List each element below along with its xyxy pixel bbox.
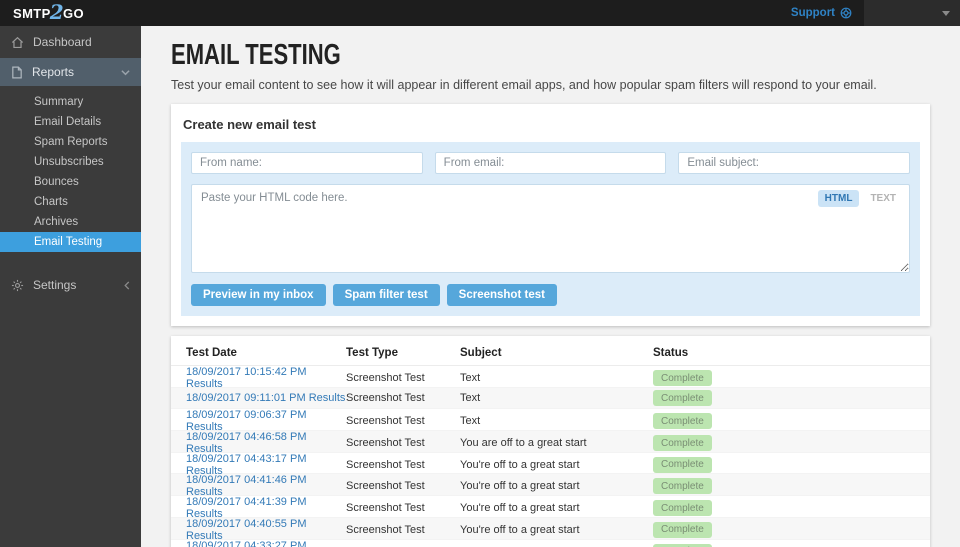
sidebar-item-label: Reports bbox=[32, 65, 75, 79]
test-form-panel: HTML TEXT Preview in my inbox Spam filte… bbox=[181, 142, 920, 316]
test-date-results-link[interactable]: 18/09/2017 09:06:37 PM Results bbox=[186, 409, 346, 433]
caret-down-icon bbox=[942, 10, 950, 16]
table-row: 18/09/2017 09:06:37 PM Results Screensho… bbox=[171, 409, 930, 433]
from-email-input[interactable] bbox=[434, 152, 667, 174]
sidebar-item-label: Dashboard bbox=[33, 35, 92, 49]
subject-cell: Text bbox=[460, 392, 481, 405]
topbar-right: Support bbox=[791, 0, 960, 26]
test-date-results-link[interactable]: 18/09/2017 04:33:27 PM Results bbox=[186, 540, 346, 547]
html-code-textarea[interactable] bbox=[191, 184, 910, 273]
test-type-cell: Screenshot Test bbox=[346, 523, 425, 536]
table-row: 18/09/2017 10:15:42 PM Results Screensho… bbox=[171, 366, 930, 390]
status-badge: Complete bbox=[653, 413, 712, 430]
screenshot-test-button[interactable]: Screenshot test bbox=[446, 284, 557, 306]
subject-cell: You're off to a great start bbox=[460, 480, 580, 493]
from-name-input[interactable] bbox=[191, 152, 423, 174]
text-mode-button[interactable]: TEXT bbox=[863, 190, 903, 207]
status-badge: Complete bbox=[653, 390, 712, 407]
sidebar-item-charts[interactable]: Charts bbox=[0, 192, 141, 212]
chevron-down-icon bbox=[121, 69, 130, 76]
support-label: Support bbox=[790, 7, 835, 19]
account-dropdown[interactable] bbox=[864, 0, 960, 26]
test-type-cell: Screenshot Test bbox=[346, 458, 425, 471]
sidebar-item-label: Settings bbox=[33, 278, 77, 292]
subject-cell: Text bbox=[460, 415, 481, 428]
email-subject-input[interactable] bbox=[678, 152, 911, 174]
subject-cell: You're off to a great start bbox=[460, 458, 580, 471]
sidebar-item-spam-reports[interactable]: Spam Reports bbox=[0, 132, 141, 152]
sidebar-item-email-testing[interactable]: Email Testing bbox=[0, 232, 141, 252]
test-type-cell: Screenshot Test bbox=[346, 502, 425, 515]
status-badge: Complete bbox=[653, 500, 712, 517]
page-title: EMAIL TESTING bbox=[171, 39, 341, 71]
subject-cell: You're off to a great start bbox=[460, 502, 580, 515]
test-date-results-link[interactable]: 18/09/2017 04:43:17 PM Results bbox=[186, 453, 346, 477]
status-badge: Complete bbox=[653, 478, 712, 495]
sidebar-item-reports[interactable]: Reports bbox=[0, 58, 141, 86]
test-date-results-link[interactable]: 18/09/2017 04:40:55 PM Results bbox=[186, 518, 346, 542]
document-icon bbox=[11, 66, 23, 79]
sidebar-item-settings[interactable]: Settings bbox=[0, 269, 141, 301]
table-row: 18/09/2017 04:43:17 PM Results Screensho… bbox=[171, 453, 930, 477]
status-badge: Complete bbox=[653, 521, 712, 538]
subject-cell: Text bbox=[460, 372, 481, 384]
table-row: 18/09/2017 04:40:55 PM Results Screensho… bbox=[171, 517, 930, 542]
create-test-card: Create new email test HTML TEXT Preview … bbox=[171, 104, 930, 326]
test-date-results-link[interactable]: 18/09/2017 10:15:42 PM Results bbox=[186, 366, 346, 390]
test-date-results-link[interactable]: 18/09/2017 09:11:01 PM Results bbox=[186, 392, 346, 404]
status-badge: Complete bbox=[653, 543, 712, 547]
logo-2: 2 bbox=[49, 0, 65, 24]
page-description: Test your email content to see how it wi… bbox=[171, 78, 877, 92]
column-header-status: Status bbox=[653, 346, 689, 359]
create-test-title: Create new email test bbox=[183, 117, 316, 132]
gear-icon bbox=[11, 279, 24, 292]
test-type-cell: Screenshot Test bbox=[346, 480, 425, 493]
chevron-left-icon bbox=[124, 280, 130, 290]
main-content: EMAIL TESTING Test your email content to… bbox=[141, 26, 960, 547]
status-badge: Complete bbox=[653, 456, 712, 473]
support-link[interactable]: Support bbox=[791, 7, 852, 19]
life-ring-icon bbox=[840, 7, 852, 19]
sidebar-item-summary[interactable]: Summary bbox=[0, 92, 141, 112]
test-results-card: Test Date Test Type Subject Status 18/09… bbox=[171, 336, 930, 547]
spam-filter-test-button[interactable]: Spam filter test bbox=[332, 284, 440, 306]
content-mode-toggle: HTML TEXT bbox=[817, 190, 903, 207]
test-date-results-link[interactable]: 18/09/2017 04:41:46 PM Results bbox=[186, 474, 346, 498]
status-badge: Complete bbox=[653, 435, 712, 452]
test-type-cell: Screenshot Test bbox=[346, 372, 425, 384]
test-type-cell: Screenshot Test bbox=[346, 392, 425, 405]
column-header-test-date: Test Date bbox=[186, 346, 237, 359]
table-header-row: Test Date Test Type Subject Status bbox=[171, 340, 930, 366]
sidebar: Dashboard Reports Summary Email Details … bbox=[0, 26, 141, 547]
reports-submenu: Summary Email Details Spam Reports Unsub… bbox=[0, 86, 141, 256]
sidebar-item-bounces[interactable]: Bounces bbox=[0, 172, 141, 192]
logo-smtp: SMTP bbox=[13, 5, 51, 21]
table-row: 18/09/2017 04:41:39 PM Results Screensho… bbox=[171, 496, 930, 520]
sidebar-item-dashboard[interactable]: Dashboard bbox=[0, 26, 141, 58]
test-date-results-link[interactable]: 18/09/2017 04:41:39 PM Results bbox=[186, 496, 346, 520]
test-date-results-link[interactable]: 18/09/2017 04:46:58 PM Results bbox=[186, 431, 346, 455]
topbar: SMTP 2 GO Support bbox=[0, 0, 960, 26]
sidebar-item-email-details[interactable]: Email Details bbox=[0, 112, 141, 132]
table-row: 18/09/2017 04:46:58 PM Results Screensho… bbox=[171, 431, 930, 455]
logo-go: GO bbox=[63, 5, 85, 21]
status-badge: Complete bbox=[653, 370, 712, 386]
preview-inbox-button[interactable]: Preview in my inbox bbox=[191, 284, 326, 306]
test-type-cell: Screenshot Test bbox=[346, 437, 425, 450]
table-row: 18/09/2017 09:11:01 PM Results Screensho… bbox=[171, 387, 930, 410]
html-mode-button[interactable]: HTML bbox=[817, 190, 860, 207]
table-row: 18/09/2017 04:33:27 PM Results Screensho… bbox=[171, 540, 930, 547]
sidebar-item-unsubscribes[interactable]: Unsubscribes bbox=[0, 152, 141, 172]
home-icon bbox=[11, 36, 24, 49]
subject-cell: You're off to a great start bbox=[460, 523, 580, 536]
column-header-test-type: Test Type bbox=[346, 346, 398, 359]
sidebar-item-archives[interactable]: Archives bbox=[0, 212, 141, 232]
subject-cell: You are off to a great start bbox=[460, 437, 587, 450]
test-type-cell: Screenshot Test bbox=[346, 415, 425, 428]
smtp2go-logo[interactable]: SMTP 2 GO bbox=[13, 0, 85, 25]
table-row: 18/09/2017 04:41:46 PM Results Screensho… bbox=[171, 474, 930, 498]
column-header-subject: Subject bbox=[460, 346, 502, 359]
